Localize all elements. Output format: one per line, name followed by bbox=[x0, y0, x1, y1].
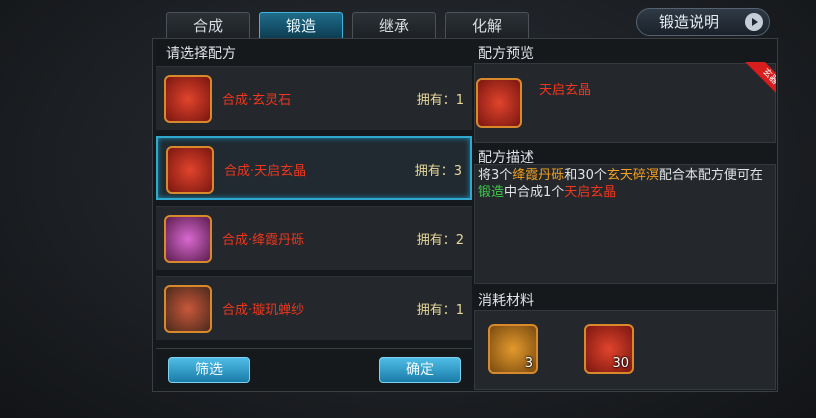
recipe-name: 合成·璇玑蝉纱 bbox=[222, 303, 305, 318]
desc-text: 配合本配方便可在 bbox=[658, 168, 763, 183]
corner-tag: 玄器 bbox=[736, 62, 776, 102]
recipe-item[interactable]: 合成·绛霞丹砾 拥有：2 bbox=[156, 206, 472, 270]
material-count: 30 bbox=[612, 356, 629, 371]
filter-button[interactable]: 筛选 bbox=[168, 357, 250, 383]
recipe-name: 合成·绛霞丹砾 bbox=[222, 233, 305, 248]
recipe-description: 将3个绛霞丹砾和30个玄天碎溟配合本配方便可在锻造中合成1个天启玄晶 bbox=[478, 167, 770, 201]
tab-synthesis[interactable]: 合成 bbox=[166, 12, 250, 38]
recipe-owned: 拥有：2 bbox=[416, 233, 464, 248]
scroll-purple-icon bbox=[164, 215, 212, 263]
arrow-right-icon bbox=[745, 13, 763, 31]
desc-location: 锻造 bbox=[478, 185, 505, 200]
tab-dismantle[interactable]: 化解 bbox=[445, 12, 529, 38]
recipe-item[interactable]: 合成·璇玑蝉纱 拥有：1 bbox=[156, 276, 472, 340]
scroll-red-icon bbox=[476, 78, 522, 128]
divider bbox=[156, 348, 472, 349]
tab-inherit[interactable]: 继承 bbox=[352, 12, 436, 38]
desc-item: 绛霞丹砾 bbox=[512, 168, 565, 183]
scroll-red-icon bbox=[166, 146, 214, 194]
materials-title: 消耗材料 bbox=[478, 293, 534, 309]
confirm-button[interactable]: 确定 bbox=[379, 357, 461, 383]
recipe-owned: 拥有：3 bbox=[414, 164, 462, 179]
material-red-icon[interactable]: 30 bbox=[584, 324, 634, 374]
material-count: 3 bbox=[524, 356, 533, 371]
recipe-owned: 拥有：1 bbox=[416, 93, 464, 108]
forge-help-label: 锻造说明 bbox=[659, 13, 720, 31]
desc-item: 玄天碎溟 bbox=[606, 168, 659, 183]
recipe-name: 合成·天启玄晶 bbox=[224, 164, 307, 179]
preview-title: 配方预览 bbox=[478, 46, 534, 62]
desc-text: 和30个 bbox=[564, 168, 607, 183]
recipe-name: 合成·玄灵石 bbox=[222, 93, 292, 108]
recipe-list-title: 请选择配方 bbox=[166, 46, 236, 62]
material-gold-icon[interactable]: 3 bbox=[488, 324, 538, 374]
tab-forge[interactable]: 锻造 bbox=[259, 12, 343, 38]
scroll-red-icon bbox=[164, 75, 212, 123]
recipe-item-selected[interactable]: 合成·天启玄晶 拥有：3 bbox=[156, 136, 472, 200]
scroll-mixed-icon bbox=[164, 285, 212, 333]
corner-tag-label: 玄器 bbox=[745, 62, 776, 102]
forge-help-button[interactable]: 锻造说明 bbox=[636, 8, 770, 36]
desc-text: 中合成1个 bbox=[504, 185, 565, 200]
desc-text: 将3个 bbox=[478, 168, 513, 183]
recipe-item[interactable]: 合成·玄灵石 拥有：1 bbox=[156, 66, 472, 130]
preview-item-name: 天启玄晶 bbox=[539, 83, 592, 98]
recipe-owned: 拥有：1 bbox=[416, 303, 464, 318]
desc-result: 天启玄晶 bbox=[564, 185, 617, 200]
